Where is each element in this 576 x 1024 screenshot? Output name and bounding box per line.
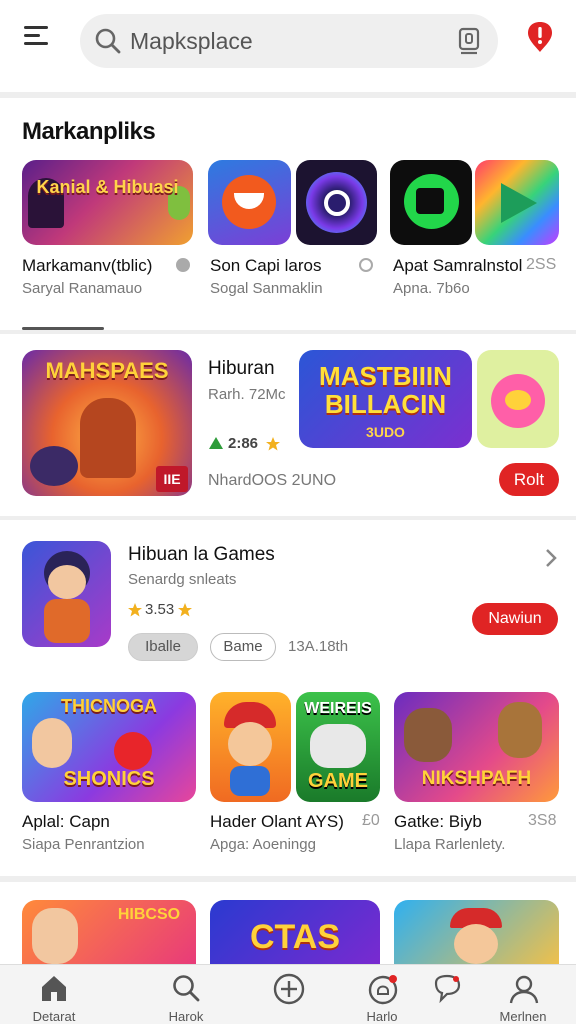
game-size: £0 [362,812,380,829]
game-banner-tile[interactable]: CTAS [210,900,380,966]
character-art [114,732,152,770]
character-art [80,398,136,478]
app-subtitle: Sogal Sanmaklin [210,280,323,297]
banner-title: SHONICS [63,768,155,790]
game-icon-tile[interactable] [22,541,111,647]
app-subtitle: Saryal Ranamauo [22,280,143,297]
play-icon [501,183,537,223]
app-icon-tile[interactable] [208,160,291,245]
top-app-bar: Mapksplace [0,0,576,92]
list-rating: 3.53 [145,601,175,618]
character-art [32,908,78,964]
app-icon-tile[interactable] [390,160,472,245]
game-banner-tile[interactable] [394,900,559,966]
featured-rating: 2:86 [228,435,259,452]
app-icon-tile[interactable] [477,350,559,448]
game-icon-tile[interactable] [210,692,291,802]
info-icon [176,258,190,272]
hamburger-menu-icon[interactable] [24,26,54,54]
search-icon [173,975,200,1002]
banner-title: WEIREIS [304,700,372,717]
featured-subtitle: Rarh. 72Mc [208,386,286,403]
bottom-navigation: Detarat Harok Harlo Merlnen [0,964,576,1024]
game-name[interactable]: Aplal: Capn [22,812,110,832]
featured-game-banner[interactable]: MAHSPAES IIE [22,350,192,496]
filter-chip[interactable]: Iballe [128,633,198,661]
star-icon [266,437,280,451]
nav-home[interactable]: Detarat [6,965,102,1024]
character-art [32,718,72,768]
download-count: 13A.18th [288,638,349,655]
game-banner-tile[interactable]: NIKSHPAFH [394,692,559,802]
banner-title: GAME [308,770,368,792]
tab-indicator [22,327,104,330]
voice-search-icon[interactable] [456,26,482,56]
character-art [404,708,452,762]
install-button[interactable]: Nawiun [472,603,558,635]
game-size: 3S8 [528,812,557,829]
app-subtitle: Apna. 7b6o [393,280,470,297]
character-art [498,702,542,758]
game-subtitle: Siapa Penrantzion [22,836,145,853]
add-circle-icon [273,973,305,1005]
game-subtitle: Apga: Aoeningg [210,836,316,853]
game-name[interactable]: Hader Olant AYS) [210,812,344,832]
search-bar[interactable]: Mapksplace [80,14,498,68]
alert-notification-icon[interactable] [526,20,554,54]
get-button[interactable]: Rolt [499,463,559,496]
game-badge: IIE [156,466,188,492]
search-text[interactable]: Mapksplace [130,28,253,55]
chevron-right-icon[interactable] [544,548,558,568]
game-banner-tile[interactable]: THICNOGA SHONICS [22,692,196,802]
section-title: Markanpliks [22,118,156,145]
promo-banner[interactable]: MASTBIIIN BILLACIN 3UDO [299,350,472,448]
featured-title[interactable]: Hiburan [208,358,275,380]
app-icon-tile[interactable] [475,160,559,245]
character-art [454,924,498,964]
app-size: 2SS [526,256,557,273]
list-title[interactable]: Hibuan la Games [128,544,275,566]
notifications-icon [368,975,398,1005]
banner-title: HIBCSO [117,906,181,923]
list-subtitle: Senardg snleats [128,571,237,588]
trend-icon [209,437,223,449]
character-art [48,565,86,599]
star-icon [178,603,192,617]
app-name[interactable]: Markamanv(tblic) [22,256,152,276]
app-name[interactable]: Son Capi laros [210,256,322,276]
nav-add[interactable] [240,965,336,1024]
banner-title: CTAS [249,918,341,956]
info-icon [359,258,373,272]
game-name[interactable]: Gatke: Biyb [394,812,482,832]
profile-icon [509,975,539,1004]
character-art [228,722,272,766]
promo-subtitle: 3UDO [366,424,405,440]
banner-title: NIKSHPAFH [421,768,532,789]
home-icon [42,976,66,1001]
promo-title: MASTBIIIN BILLACIN [319,361,452,419]
character-art [30,446,78,486]
search-icon [95,28,121,54]
game-icon-tile[interactable]: WEIREIS GAME [296,692,380,802]
banner-title: Kanial & Hibuasi [36,177,179,197]
nav-search[interactable]: Harok [138,965,234,1024]
banner-title: MAHSPAES [45,358,169,383]
nav-label: Harok [168,1009,204,1024]
character-art [44,599,90,643]
app-icon-tile[interactable] [296,160,377,245]
game-subtitle: Llapa Rarlenlety. [394,836,506,853]
app-name[interactable]: Apat Samralnstol [393,256,522,276]
featured-meta: NhardOOS 2UNO [208,472,337,489]
chat-icon [434,974,461,1004]
character-art [310,724,366,768]
nav-label: Detarat [32,1009,76,1024]
nav-label: Merlnen [499,1009,547,1024]
star-icon [128,603,142,617]
nav-profile[interactable]: Merlnen [475,965,571,1024]
character-art [230,766,270,796]
game-banner-tile[interactable]: HIBCSO [22,900,196,966]
banner-title: THICNOGA [61,696,157,716]
filter-chip[interactable]: Bame [210,633,276,661]
featured-banner-tile[interactable]: Kanial & Hibuasi [22,160,193,245]
